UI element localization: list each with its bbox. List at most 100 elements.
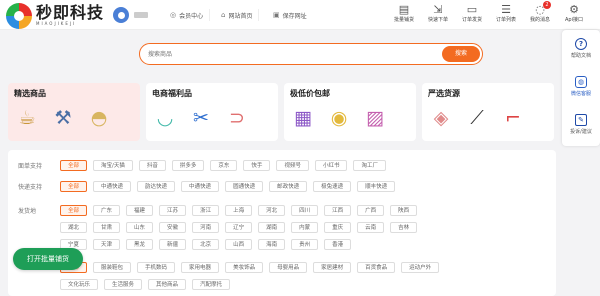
chip-platform[interactable]: 淘工厂 bbox=[353, 160, 386, 171]
chip-express[interactable]: 圆通快递 bbox=[225, 181, 264, 192]
chip-platform-all[interactable]: 全部 bbox=[60, 160, 88, 171]
filter-row-platform: 面单支持 全部 淘宝/天猫 抖音 拼多多 京东 快手 视频号 小红书 淘工厂 bbox=[18, 160, 392, 171]
chip-category[interactable]: 家居建材 bbox=[313, 262, 352, 273]
chip-origin-all[interactable]: 全部 bbox=[60, 205, 88, 216]
chip-express[interactable]: 中通快递 bbox=[181, 181, 220, 192]
chip-origin[interactable]: 重庆 bbox=[324, 222, 352, 233]
chip-origin[interactable]: 山西 bbox=[225, 239, 253, 250]
chip-category[interactable]: 家用电器 bbox=[181, 262, 220, 273]
category-card-selected-source[interactable]: 严选货源 ◈ ⟋ ⌐ bbox=[422, 83, 554, 141]
tool-order-list[interactable]: ☰ 订单列表 bbox=[491, 3, 521, 23]
search-button[interactable]: 搜索 bbox=[442, 46, 480, 62]
report-icon: ✎ bbox=[575, 114, 587, 126]
chip-category[interactable]: 百货食品 bbox=[357, 262, 396, 273]
cart-icon: ▤ bbox=[398, 3, 410, 16]
chip-origin[interactable]: 甘肃 bbox=[93, 222, 121, 233]
category-card-welfare[interactable]: 电商福利品 ◡ ✂ ⊃ bbox=[146, 83, 278, 141]
brush-icon: ⟋ bbox=[470, 107, 484, 129]
nav-site-home[interactable]: ⌂ 网站首页 bbox=[215, 9, 260, 21]
chip-origin[interactable]: 湖南 bbox=[258, 222, 286, 233]
filter-label: 面单支持 bbox=[18, 163, 43, 170]
chip-origin[interactable]: 陕西 bbox=[390, 205, 418, 216]
chip-origin[interactable]: 广西 bbox=[357, 205, 385, 216]
chip-category[interactable]: 汽配摩托 bbox=[192, 279, 231, 290]
open-batch-listing-button[interactable]: 打开批量铺货 bbox=[13, 248, 83, 270]
chip-origin[interactable]: 香港 bbox=[324, 239, 352, 250]
chip-express[interactable]: 顺丰快递 bbox=[357, 181, 396, 192]
chip-origin[interactable]: 内蒙 bbox=[291, 222, 319, 233]
search-bar: 搜索 bbox=[139, 43, 483, 65]
chip-platform[interactable]: 京东 bbox=[210, 160, 238, 171]
chip-platform[interactable]: 视频号 bbox=[276, 160, 309, 171]
tool-my-messages[interactable]: ◌ 2 我的消息 bbox=[525, 1, 555, 23]
chip-platform[interactable]: 小红书 bbox=[314, 160, 348, 171]
category-card-low-price[interactable]: 极低价包邮 ▦ ◉ ▨ bbox=[284, 83, 416, 141]
chip-origin[interactable]: 四川 bbox=[291, 205, 319, 216]
chip-origin[interactable]: 广东 bbox=[93, 205, 121, 216]
message-icon: ◌ 2 bbox=[525, 1, 555, 16]
chip-origin[interactable]: 辽宁 bbox=[225, 222, 253, 233]
tool-api[interactable]: ⚙ Api接口 bbox=[559, 3, 589, 23]
message-count-badge: 2 bbox=[543, 1, 551, 9]
chip-category[interactable]: 手机数码 bbox=[137, 262, 176, 273]
chip-platform[interactable]: 抖音 bbox=[138, 160, 166, 171]
chip-category[interactable]: 母婴用品 bbox=[269, 262, 308, 273]
user-avatar[interactable] bbox=[113, 7, 129, 23]
category-card-featured[interactable]: 精选商品 ☕ ⚒ ◓ bbox=[8, 83, 140, 141]
api-icon: ⚙ bbox=[569, 3, 579, 16]
chip-origin[interactable]: 天津 bbox=[93, 239, 121, 250]
tool-order-ship[interactable]: ▭ 订单发货 bbox=[457, 3, 487, 23]
truck-icon: ⇲ bbox=[433, 3, 443, 16]
chip-origin[interactable]: 山东 bbox=[126, 222, 154, 233]
chip-category[interactable]: 文化玩乐 bbox=[60, 279, 99, 290]
wechat-icon: ◍ bbox=[575, 76, 587, 88]
search-input[interactable] bbox=[148, 48, 428, 60]
chip-origin[interactable]: 湖北 bbox=[60, 222, 88, 233]
chip-origin[interactable]: 江苏 bbox=[159, 205, 187, 216]
chip-express[interactable]: 中通快递 bbox=[93, 181, 132, 192]
nav-save-url[interactable]: ▣ 保存网址 bbox=[267, 9, 313, 21]
chip-origin[interactable]: 浙江 bbox=[192, 205, 220, 216]
chip-origin[interactable]: 新疆 bbox=[159, 239, 187, 250]
side-wechat-service[interactable]: ◍ 微信客服 bbox=[562, 76, 600, 97]
chip-origin[interactable]: 北京 bbox=[192, 239, 220, 250]
chip-origin[interactable]: 贵州 bbox=[291, 239, 319, 250]
chip-category[interactable]: 美妆饰品 bbox=[225, 262, 264, 273]
chip-category[interactable]: 服装鞋包 bbox=[93, 262, 132, 273]
username-blurred[interactable] bbox=[134, 12, 148, 18]
chip-origin[interactable]: 上海 bbox=[225, 205, 253, 216]
nav-member-center[interactable]: ◎ 会员中心 bbox=[164, 9, 211, 21]
chip-express[interactable]: 极兔速递 bbox=[313, 181, 352, 192]
filter-panel: 面单支持 全部 淘宝/天猫 抖音 拼多多 京东 快手 视频号 小红书 淘工厂 快… bbox=[8, 150, 556, 296]
chip-platform[interactable]: 拼多多 bbox=[171, 160, 205, 171]
chip-express[interactable]: 韵达快递 bbox=[137, 181, 176, 192]
side-service-bar: ? 帮助文档 ◍ 微信客服 ✎ 投诉/建议 bbox=[562, 30, 600, 146]
chip-origin[interactable]: 海南 bbox=[258, 239, 286, 250]
basin-icon: ◡ bbox=[156, 107, 174, 129]
chip-origin[interactable]: 黑龙 bbox=[126, 239, 154, 250]
chip-origin[interactable]: 河南 bbox=[192, 222, 220, 233]
notebooks-icon: ▦ bbox=[294, 107, 312, 129]
chip-origin[interactable]: 河北 bbox=[258, 205, 286, 216]
chip-origin[interactable]: 吉林 bbox=[390, 222, 418, 233]
chip-platform[interactable]: 快手 bbox=[243, 160, 271, 171]
filter-row-category-2: 文化玩乐 生活服务 其他商品 汽配摩托 bbox=[60, 279, 236, 290]
chip-category[interactable]: 其他商品 bbox=[148, 279, 187, 290]
chip-origin[interactable]: 江西 bbox=[324, 205, 352, 216]
tool-batch-listing[interactable]: ▤ 批量铺货 bbox=[389, 3, 419, 23]
tool-quick-order[interactable]: ⇲ 快速下单 bbox=[423, 3, 453, 23]
logo-mark-icon bbox=[6, 3, 32, 29]
slippers-icon: ⊃ bbox=[229, 107, 245, 129]
site-logo[interactable]: 秒即科技 MIAOJIKEJI bbox=[6, 3, 104, 29]
chip-category[interactable]: 生活服务 bbox=[104, 279, 143, 290]
chip-platform[interactable]: 淘宝/天猫 bbox=[93, 160, 133, 171]
chip-express-all[interactable]: 全部 bbox=[60, 181, 88, 192]
side-help-docs[interactable]: ? 帮助文档 bbox=[562, 38, 600, 59]
chip-origin[interactable]: 福建 bbox=[126, 205, 154, 216]
top-header: 秒即科技 MIAOJIKEJI ◎ 会员中心 ⌂ 网站首页 ▣ 保存网址 ▤ 批… bbox=[0, 0, 600, 30]
chip-express[interactable]: 邮政快递 bbox=[269, 181, 308, 192]
chip-category[interactable]: 运动户外 bbox=[401, 262, 440, 273]
side-complaint[interactable]: ✎ 投诉/建议 bbox=[562, 114, 600, 135]
chip-origin[interactable]: 安徽 bbox=[159, 222, 187, 233]
chip-origin[interactable]: 云南 bbox=[357, 222, 385, 233]
